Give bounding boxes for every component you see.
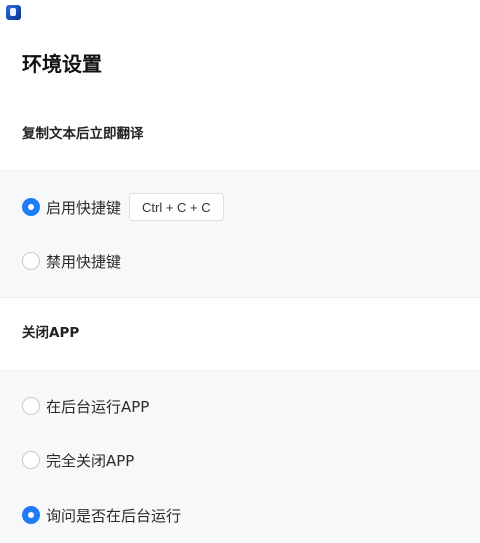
radio-unchecked-icon[interactable] [22,397,40,415]
radio-option-enable-shortcut[interactable]: 启用快捷键 Ctrl + C + C [22,193,224,221]
section-header-close-app: 关闭APP [22,325,80,341]
radio-unchecked-icon[interactable] [22,451,40,469]
radio-option-fully-close[interactable]: 完全关闭APP [22,447,134,473]
radio-checked-icon[interactable] [22,506,40,524]
shortcut-key-box[interactable]: Ctrl + C + C [129,193,224,221]
settings-page: 环境设置 复制文本后立即翻译 启用快捷键 Ctrl + C + C 禁用快捷键 … [0,0,480,543]
radio-unchecked-icon[interactable] [22,252,40,270]
option-label: 完全关闭APP [46,451,135,470]
option-label: 启用快捷键 [46,198,122,217]
radio-option-ask-background[interactable]: 询问是否在后台运行 [22,502,181,528]
copy-translate-options: 启用快捷键 Ctrl + C + C 禁用快捷键 [0,170,480,298]
close-app-options: 在后台运行APP 完全关闭APP 询问是否在后台运行 [0,370,480,543]
app-logo-icon [6,5,21,20]
radio-checked-icon[interactable] [22,198,40,216]
radio-option-run-background[interactable]: 在后台运行APP [22,393,149,419]
page-title: 环境设置 [22,52,102,76]
option-label: 在后台运行APP [46,397,150,416]
section-header-copy-translate: 复制文本后立即翻译 [22,126,144,142]
option-label: 禁用快捷键 [46,252,122,271]
option-label: 询问是否在后台运行 [46,506,182,525]
radio-option-disable-shortcut[interactable]: 禁用快捷键 [22,248,121,274]
